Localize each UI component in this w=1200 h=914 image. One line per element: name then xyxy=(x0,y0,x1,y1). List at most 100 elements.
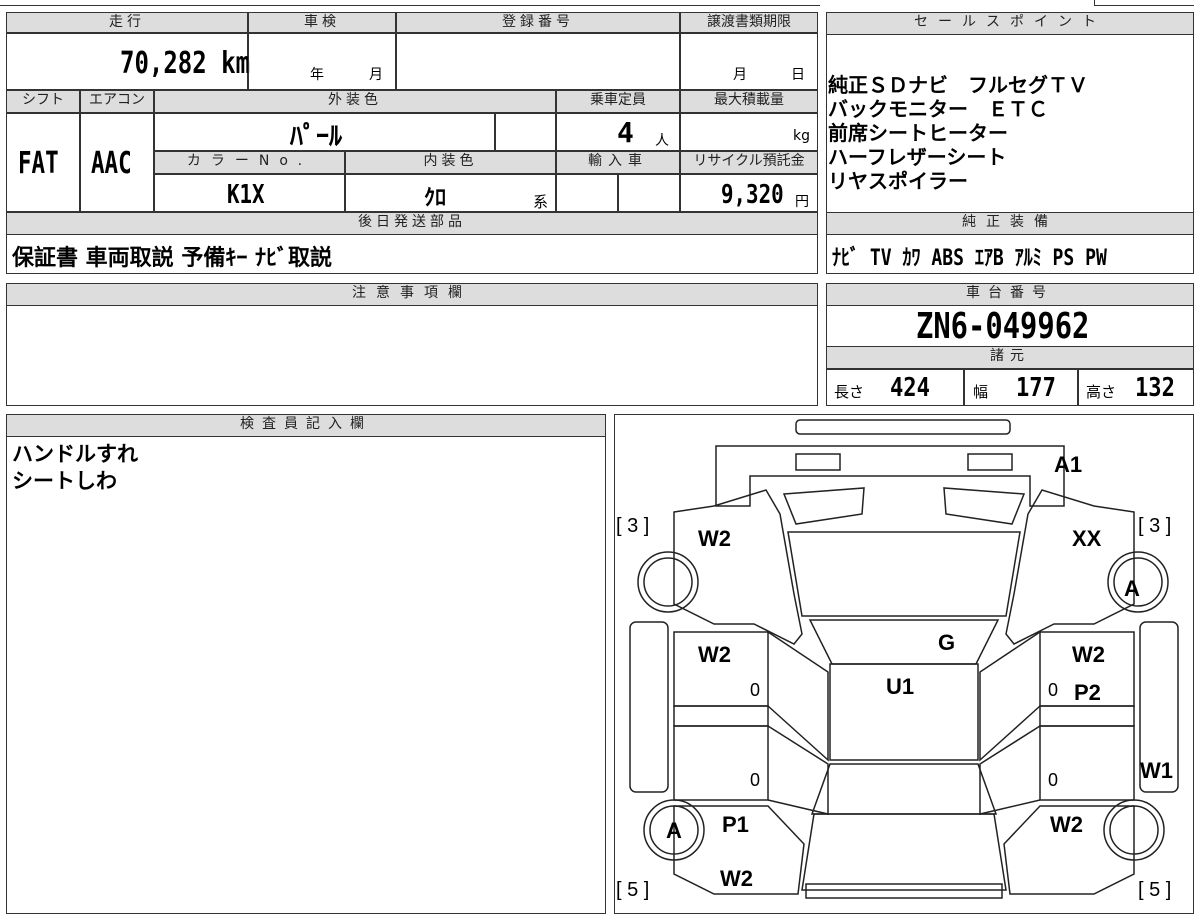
interior-color-suffix: 系 xyxy=(533,193,549,211)
mark-zero-1: 0 xyxy=(750,680,760,700)
windshield xyxy=(808,619,1000,665)
top-strip-right xyxy=(1094,0,1194,6)
spec-width-value: 177 xyxy=(1016,373,1056,403)
transfer-header: 譲渡書類期限 xyxy=(680,12,818,33)
inspection-header: 車検 xyxy=(248,12,396,33)
mileage-header: 走行 xyxy=(6,12,248,33)
hood xyxy=(787,531,1021,617)
mileage-value: 70,282 km xyxy=(120,46,251,81)
mark-a-rear-left: A xyxy=(666,818,682,843)
spec-width-label: 幅 xyxy=(973,383,989,401)
equipment-value: ﾅﾋﾞ TV ｶﾜ ABS ｴｱB ｱﾙﾐ PS PW xyxy=(832,246,1107,271)
registration-cell xyxy=(396,33,680,90)
trunk xyxy=(801,813,1007,891)
sill-right-upper xyxy=(1039,705,1135,727)
inspector-header: 検査員記入欄 xyxy=(6,414,606,437)
wheel-front-left-inner xyxy=(643,557,693,607)
fender-right xyxy=(1005,489,1135,645)
mark-zero-4: 0 xyxy=(1048,770,1058,790)
inspector-note: ハンドルすれ xyxy=(12,442,138,466)
bracket-3-left: [ 3 ] xyxy=(616,515,649,537)
mark-g: G xyxy=(938,630,955,655)
spec-length-label: 長さ xyxy=(834,383,865,401)
recycle-value: 9,320 xyxy=(721,180,784,210)
lamp-right xyxy=(943,487,1026,525)
interior-color-cell xyxy=(345,174,556,212)
specs-header: 諸元 xyxy=(826,346,1194,369)
headlight-left xyxy=(795,453,841,471)
capacity-header: 乗車定員 xyxy=(556,90,680,113)
bracket-5-left: [ 5 ] xyxy=(616,879,649,900)
recycle-header: リサイクル預託金 xyxy=(680,151,818,174)
later-parts-value: 保証書 車両取説 予備ｷｰ ﾅﾋﾞ取説 xyxy=(12,246,332,271)
chassis-number: ZN6-049962 xyxy=(916,306,1090,347)
color-no-value: K1X xyxy=(227,180,265,210)
spec-height-value: 132 xyxy=(1135,373,1175,403)
pillar-right-front xyxy=(979,631,1041,762)
rear-bumper xyxy=(805,883,1003,899)
exterior-color-value: ﾊﾟｰﾙ xyxy=(290,122,343,152)
exterior-color-header: 外装色 xyxy=(154,90,556,113)
sales-point-item: バックモニター ＥＴＣ xyxy=(828,97,1048,121)
car-diagram: A1 W2 XX A [ 3 ] [ 3 ] W2 G W2 U1 P2 0 0… xyxy=(616,419,1179,900)
max-load-header: 最大積載量 xyxy=(680,90,818,113)
sales-points-header: セールスポイント xyxy=(826,12,1194,35)
sales-points-list: 純正ＳＤナビ フルセグＴＶ バックモニター ＥＴＣ 前席シートヒーター ハーフレ… xyxy=(828,73,1192,193)
lamp-left xyxy=(782,487,865,525)
bracket-3-right: [ 3 ] xyxy=(1138,515,1171,537)
capacity-value: 4 xyxy=(617,116,634,149)
capacity-unit: 人 xyxy=(655,133,669,149)
mark-w2-front-left: W2 xyxy=(698,526,731,551)
wheel-front-left xyxy=(637,551,699,613)
mark-a1: A1 xyxy=(1054,452,1082,477)
rear-window xyxy=(810,763,998,815)
mark-zero-3: 0 xyxy=(750,770,760,790)
side-skirt-left xyxy=(629,621,669,793)
aircon-value: AAC xyxy=(91,146,132,181)
registration-header: 登録番号 xyxy=(396,12,680,33)
spec-length-value: 424 xyxy=(890,373,930,403)
aircon-header: エアコン xyxy=(80,90,154,113)
import-cell-2 xyxy=(618,174,680,212)
damage-marks: A1 W2 XX A [ 3 ] [ 3 ] W2 G W2 U1 P2 0 0… xyxy=(616,452,1173,900)
pillar-left-front xyxy=(767,631,829,762)
mark-zero-2: 0 xyxy=(1048,680,1058,700)
mark-w1: W1 xyxy=(1140,758,1173,783)
pillar-left-rear xyxy=(767,725,829,815)
transfer-month-label: 月 xyxy=(733,67,747,83)
mark-w2-mid-right: W2 xyxy=(1072,642,1105,667)
mark-p1: P1 xyxy=(722,812,749,837)
headlight-right xyxy=(967,453,1013,471)
sales-point-item: 純正ＳＤナビ フルセグＴＶ xyxy=(828,73,1088,97)
sill-left-upper xyxy=(673,705,769,727)
transfer-day-label: 日 xyxy=(791,67,805,83)
import-header: 輸入車 xyxy=(556,151,680,174)
inspector-note: シートしわ xyxy=(12,469,117,493)
inspection-year-label: 年 xyxy=(310,67,324,83)
mark-u1: U1 xyxy=(886,674,914,699)
sales-point-item: ハーフレザーシート xyxy=(828,145,1007,169)
inspector-notes: ハンドルすれ シートしわ xyxy=(12,441,138,495)
notes-header: 注意事項欄 xyxy=(6,283,818,306)
mark-w2-bottom-left: W2 xyxy=(720,866,753,891)
inspection-month-label: 月 xyxy=(369,67,383,83)
top-strip xyxy=(0,0,820,6)
chassis-header: 車台番号 xyxy=(826,283,1194,306)
interior-color-header: 内装色 xyxy=(345,151,556,174)
sales-point-item: 前席シートヒーター xyxy=(828,121,1008,145)
equipment-header: 純正装備 xyxy=(826,212,1194,235)
max-load-unit: kg xyxy=(793,128,810,144)
shift-header: シフト xyxy=(6,90,80,113)
spec-height-label: 高さ xyxy=(1086,383,1117,401)
pillar-right-rear xyxy=(979,725,1041,815)
shift-value: FAT xyxy=(18,146,59,181)
mark-w2-mid-left: W2 xyxy=(698,642,731,667)
exterior-color-extra xyxy=(495,113,556,151)
mark-w2-rear-right: W2 xyxy=(1050,812,1083,837)
color-no-header: カラーNo. xyxy=(154,151,345,174)
bracket-5-right: [ 5 ] xyxy=(1138,879,1171,900)
import-cell-1 xyxy=(556,174,618,212)
mark-p2: P2 xyxy=(1074,680,1101,705)
mark-xx: XX xyxy=(1072,526,1102,551)
sales-point-item: リヤスポイラー xyxy=(828,169,968,193)
